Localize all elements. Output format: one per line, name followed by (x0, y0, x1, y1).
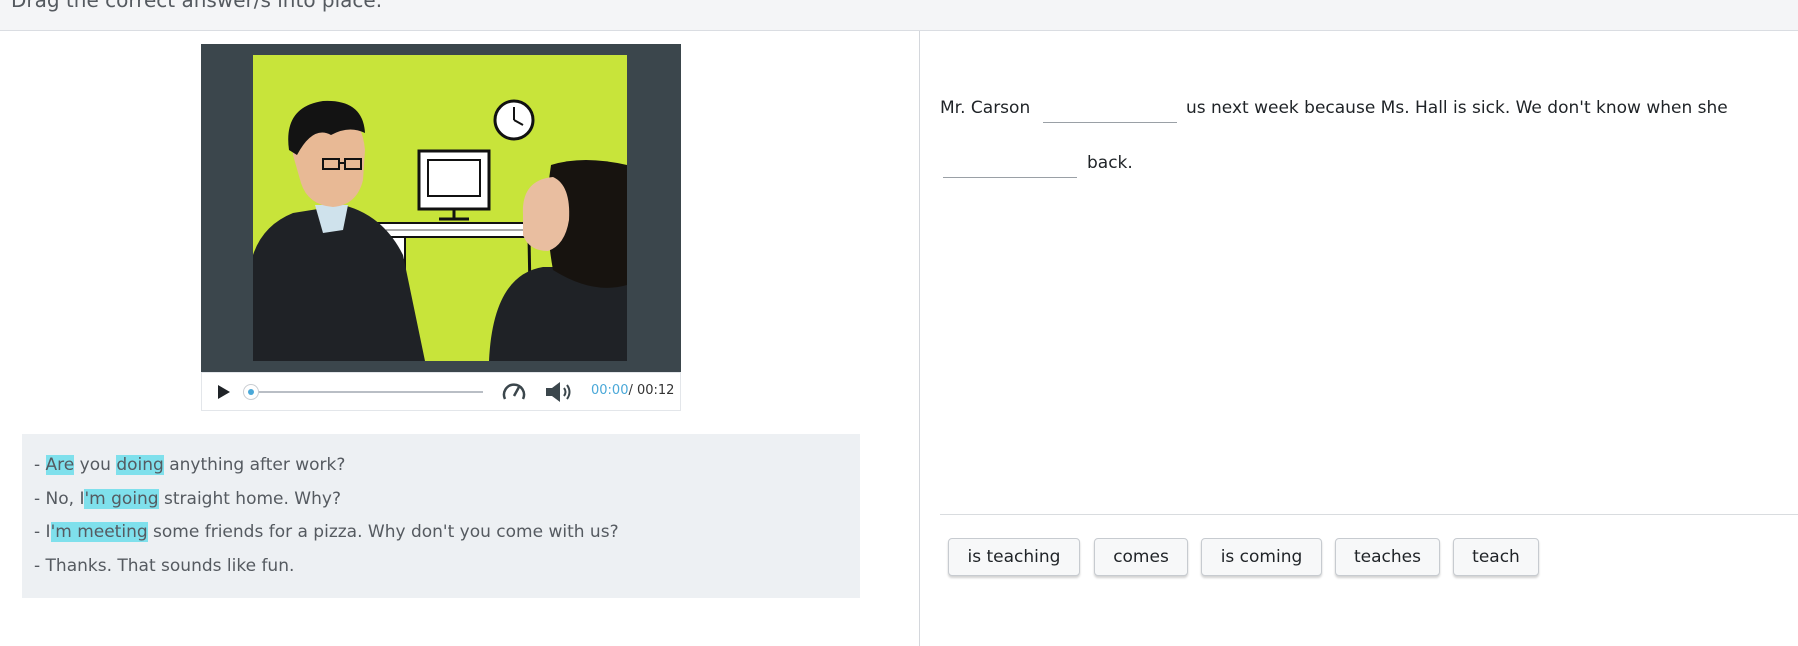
line-text: you (74, 455, 117, 475)
transcript-line-3: - I'm meeting some friends for a pizza. … (34, 522, 619, 542)
answer-chip-is-coming[interactable]: is coming (1201, 538, 1322, 576)
sentence-segment-2: us next week because Ms. Hall is sick. W… (1186, 98, 1728, 118)
answer-chip-is-teaching[interactable]: is teaching (948, 538, 1080, 576)
video-player: 00:00/ 00:12 (201, 44, 681, 411)
video-frame (201, 44, 681, 372)
seek-handle[interactable] (243, 384, 259, 400)
highlighted-verb: 'm meeting (50, 522, 148, 542)
video-still-illustration (253, 99, 627, 361)
volume-button[interactable] (544, 380, 576, 404)
answer-chip-teach[interactable]: teach (1453, 538, 1539, 576)
line-text: anything after work? (163, 455, 346, 475)
line-text: some friends for a pizza. Why don't you … (147, 522, 619, 542)
seek-bar[interactable] (243, 384, 483, 400)
highlighted-verb: 'm going (84, 489, 159, 509)
line-prefix: - (34, 455, 46, 475)
transcript-panel: - Are you doing anything after work? - N… (22, 434, 860, 598)
playback-speed-icon (502, 383, 526, 400)
duration: / 00:12 (628, 383, 675, 398)
line-text: - Thanks. That sounds like fun. (34, 556, 295, 576)
highlighted-verb: doing (116, 455, 164, 475)
video-controls: 00:00/ 00:12 (201, 372, 681, 411)
playback-speed-button[interactable] (501, 379, 527, 405)
drop-zone-2[interactable] (943, 177, 1077, 178)
current-time: 00:00 (591, 383, 629, 398)
answer-chip-teaches[interactable]: teaches (1335, 538, 1440, 576)
instruction-bar: Drag the correct answer/s into place. (0, 0, 1798, 31)
transcript-line-1: - Are you doing anything after work? (34, 455, 345, 475)
highlighted-verb: Are (45, 455, 75, 475)
answer-chip-comes[interactable]: comes (1094, 538, 1188, 576)
sentence-segment-3: back. (1087, 153, 1133, 173)
column-divider (919, 31, 920, 646)
time-display: 00:00/ 00:12 (591, 383, 674, 398)
video-image[interactable] (253, 55, 627, 361)
line-text: straight home. Why? (158, 489, 341, 509)
line-prefix: - No, I (34, 489, 85, 509)
volume-icon (546, 382, 571, 402)
play-button[interactable] (214, 383, 232, 401)
answer-bank-divider (940, 514, 1798, 515)
transcript-line-4: - Thanks. That sounds like fun. (34, 556, 294, 576)
instruction-text: Drag the correct answer/s into place. (11, 0, 383, 12)
line-prefix: - I (34, 522, 51, 542)
sentence-segment-1: Mr. Carson (940, 98, 1031, 118)
play-icon (218, 385, 230, 399)
transcript-line-2: - No, I'm going straight home. Why? (34, 489, 341, 509)
drop-zone-1[interactable] (1043, 122, 1177, 123)
